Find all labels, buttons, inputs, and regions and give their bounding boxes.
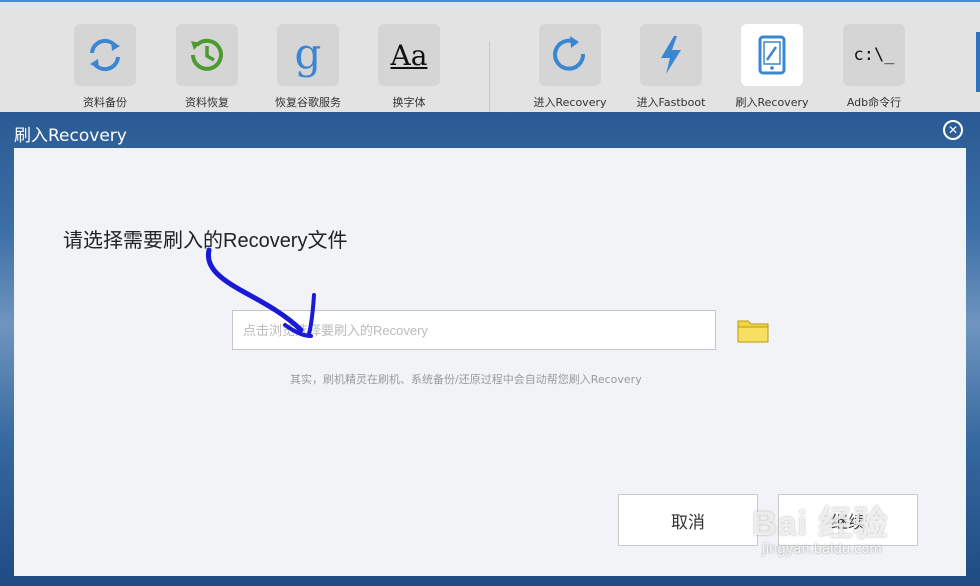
toolbar-restore-button[interactable]: 资料恢复: [162, 24, 252, 110]
top-toolbar: 资料备份 资料恢复 g 恢复谷歌服务 Aa 换字体 进入Recovery 进入F…: [0, 0, 980, 112]
toolbar-enter-fastboot-button[interactable]: 进入Fastboot: [626, 24, 716, 110]
lightning-icon: [640, 24, 702, 86]
close-icon[interactable]: ✕: [943, 120, 963, 140]
select-file-prompt: 请选择需要刷入的Recovery文件: [63, 230, 348, 252]
toolbar-backup-label: 资料备份: [83, 96, 127, 109]
terminal-icon: c:\_: [843, 24, 905, 86]
toolbar-google-services-label: 恢复谷歌服务: [275, 96, 341, 109]
svg-text:g: g: [295, 30, 322, 78]
toolbar-google-services-button[interactable]: g 恢复谷歌服务: [263, 24, 353, 110]
toolbar-enter-fastboot-label: 进入Fastboot: [636, 96, 706, 109]
dialog-title: 刷入Recovery: [14, 126, 127, 146]
toolbar-divider: [489, 42, 490, 112]
toolbar-adb-label: Adb命令行: [846, 96, 902, 109]
toolbar-backup-button[interactable]: 资料备份: [60, 24, 150, 110]
toolbar-enter-recovery-button[interactable]: 进入Recovery: [525, 24, 615, 110]
history-icon: [176, 24, 238, 86]
hint-text: 其实，刷机精灵在刷机、系统备份/还原过程中会自动帮您刷入Recovery: [290, 373, 642, 386]
cancel-button[interactable]: 取消: [618, 494, 758, 546]
toolbar-font-button[interactable]: Aa 换字体: [364, 24, 454, 110]
toolbar-enter-recovery-label: 进入Recovery: [533, 96, 607, 109]
continue-button[interactable]: 继续: [778, 494, 918, 546]
toolbar-flash-recovery-label: 刷入Recovery: [735, 96, 809, 109]
browse-folder-icon[interactable]: [737, 317, 769, 343]
toolbar-edge: [976, 32, 980, 92]
font-icon: Aa: [378, 24, 440, 86]
phone-edit-icon: [741, 24, 803, 86]
toolbar-flash-recovery-button[interactable]: 刷入Recovery: [727, 24, 817, 110]
refresh-icon: [539, 24, 601, 86]
toolbar-restore-label: 资料恢复: [185, 96, 229, 109]
sync-icon: [74, 24, 136, 86]
toolbar-adb-button[interactable]: c:\_ Adb命令行: [829, 24, 919, 110]
toolbar-font-label: 换字体: [392, 96, 426, 109]
recovery-file-input[interactable]: [232, 310, 716, 350]
google-g-icon: g: [277, 24, 339, 86]
